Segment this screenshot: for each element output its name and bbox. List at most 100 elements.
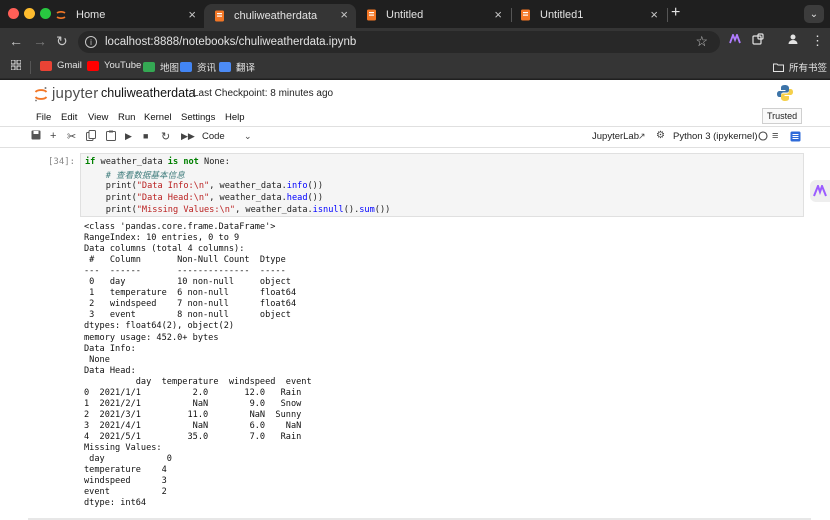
bookmark-star-icon[interactable]: ☆ (695, 33, 708, 50)
output-line: Missing Values: (84, 443, 162, 453)
menu-help[interactable]: Help (225, 112, 245, 123)
gear-icon[interactable]: ⚙ (656, 130, 665, 141)
menu-edit[interactable]: Edit (61, 112, 77, 123)
tab-separator (511, 8, 512, 22)
back-arrow-icon[interactable]: ← (9, 33, 23, 49)
menu-file[interactable]: File (36, 112, 51, 123)
tab-close-icon[interactable]: × (494, 7, 502, 22)
minimize-window-button[interactable] (24, 8, 35, 19)
external-link-icon: ↗ (638, 131, 646, 141)
output-line: 1 temperature 6 non-null float64 (84, 288, 297, 299)
output-line: dtype: int64 (84, 498, 147, 509)
tab-separator (667, 8, 668, 22)
restart-icon[interactable]: ↻ (161, 130, 170, 143)
bookmark-maps[interactable]: 地图 (143, 60, 179, 74)
save-icon[interactable] (31, 130, 41, 143)
tab-title: Untitled1 (540, 9, 584, 21)
kernel-status-icon (758, 131, 768, 144)
site-info-icon[interactable]: i (85, 36, 97, 48)
code-line: # 查看数据基本信息 (105, 171, 185, 181)
cut-icon[interactable]: ✂ (67, 130, 76, 143)
output-line: RangeIndex: 10 entries, 0 to 9 (84, 233, 240, 244)
output-line: dtypes: float64(2), object(2) (84, 321, 235, 332)
output-line: None (84, 354, 110, 365)
side-extension-button[interactable] (810, 180, 830, 202)
bookmark-translate[interactable]: 翻译 (219, 60, 255, 74)
maximize-window-button[interactable] (40, 8, 51, 19)
run-icon[interactable]: ▶ (125, 131, 132, 142)
bookmark-youtube[interactable]: YouTube (87, 60, 141, 71)
tab-search-menu-button[interactable]: ⌄ (804, 5, 824, 23)
folder-icon (773, 63, 784, 72)
output-line: --- ------ -------------- ----- (84, 266, 297, 277)
notebook-name[interactable]: chuliweatherdata (101, 86, 196, 100)
code-line: print("Data Head:\n", weather_data.head(… (85, 193, 324, 203)
output-line: day 0 (84, 454, 172, 465)
address-bar[interactable]: i localhost:8888/notebooks/chuliweatherd… (78, 31, 720, 53)
menu-view[interactable]: View (88, 112, 108, 123)
extension-icon[interactable] (729, 32, 741, 47)
url-text: localhost:8888/notebooks/chuliweatherdat… (105, 36, 357, 48)
jupyter-logo-icon (34, 86, 48, 101)
output-line: 2 2021/3/1 11.0 NaN Sunny (84, 409, 302, 420)
profile-icon[interactable] (787, 33, 799, 48)
apps-grid-icon[interactable] (11, 60, 21, 70)
output-line: day temperature windspeed event (84, 376, 312, 387)
bookmark-news[interactable]: 资讯 (180, 60, 216, 74)
chevron-down-icon[interactable]: ⌄ (244, 131, 252, 142)
trusted-badge[interactable]: Trusted (762, 108, 803, 124)
maps-icon (143, 62, 155, 72)
output-line: 3 2021/4/1 NaN 6.0 NaN (84, 420, 302, 431)
close-window-button[interactable] (8, 8, 19, 19)
notebook-favicon-icon (212, 9, 226, 23)
copy-icon[interactable] (86, 130, 96, 144)
tab-title: Home (76, 9, 106, 21)
output-line: event 2 (84, 487, 167, 498)
reload-icon[interactable]: ↻ (56, 33, 68, 50)
forward-arrow-icon[interactable]: → (33, 33, 47, 49)
menu-kernel[interactable]: Kernel (144, 112, 171, 123)
property-inspector-icon[interactable] (790, 131, 801, 145)
output-line: 3 event 8 non-null object (84, 310, 297, 321)
paste-icon[interactable] (106, 130, 116, 144)
output-line: <class 'pandas.core.frame.DataFrame'> (84, 222, 276, 232)
new-tab-button[interactable]: + (671, 4, 680, 22)
code-line: if weather_data is not None: (85, 157, 230, 167)
tab-untitled[interactable]: Untitled × (364, 4, 510, 26)
tab-untitled1[interactable]: Untitled1 × (518, 4, 666, 26)
code-cell-input[interactable]: if weather_data is not None: # 查看数据基本信息 … (80, 153, 804, 217)
menu-lines-icon[interactable]: ≡ (772, 130, 778, 142)
code-line: print("Data Info:\n", weather_data.info(… (85, 181, 324, 191)
cell-prompt: [34]: (48, 157, 76, 167)
last-checkpoint: Last Checkpoint: 8 minutes ago (193, 88, 334, 99)
tab-chuliweatherdata[interactable]: chuliweatherdata × (204, 4, 356, 28)
menu-run[interactable]: Run (118, 112, 135, 123)
output-line: 2 windspeed 7 non-null float64 (84, 299, 297, 310)
open-jupyterlab-link[interactable]: JupyterLab (592, 131, 639, 142)
tab-close-icon[interactable]: × (340, 7, 348, 22)
code-line: print("Missing Values:\n", weather_data.… (85, 205, 391, 215)
extensions-puzzle-icon[interactable] (752, 33, 764, 48)
tab-close-icon[interactable]: × (188, 7, 196, 22)
tab-title: Untitled (386, 9, 424, 21)
add-cell-icon[interactable]: + (50, 130, 56, 142)
jupyter-logo[interactable]: jupyter (34, 85, 98, 102)
stop-icon[interactable]: ■ (143, 131, 148, 141)
menu-settings[interactable]: Settings (181, 112, 215, 123)
tab-strip: Home × chuliweatherdata × Untitled × Unt… (0, 0, 830, 28)
output-line: 1 2021/2/1 NaN 9.0 Snow (84, 398, 302, 409)
output-line: Data columns (total 4 columns): (84, 244, 245, 255)
output-line: 4 2021/5/1 35.0 7.0 Rain (84, 431, 302, 442)
python-logo-icon (776, 84, 794, 107)
cell-type-select[interactable]: Code (202, 131, 225, 142)
output-line: 0 2021/1/1 2.0 12.0 Rain (84, 387, 302, 398)
output-line: memory usage: 452.0+ bytes (84, 332, 219, 343)
browser-menu-icon[interactable]: ⋮ (811, 33, 824, 49)
kernel-name[interactable]: Python 3 (ipykernel) (673, 131, 757, 142)
all-bookmarks[interactable]: 所有书签 (773, 60, 827, 74)
bookmark-gmail[interactable]: Gmail (40, 60, 82, 71)
tab-home[interactable]: Home × (54, 4, 204, 26)
navigation-bar: ← → ↻ i localhost:8888/notebooks/chuliwe… (0, 28, 830, 56)
tab-close-icon[interactable]: × (650, 7, 658, 22)
restart-run-all-icon[interactable]: ▶▶ (181, 131, 195, 142)
